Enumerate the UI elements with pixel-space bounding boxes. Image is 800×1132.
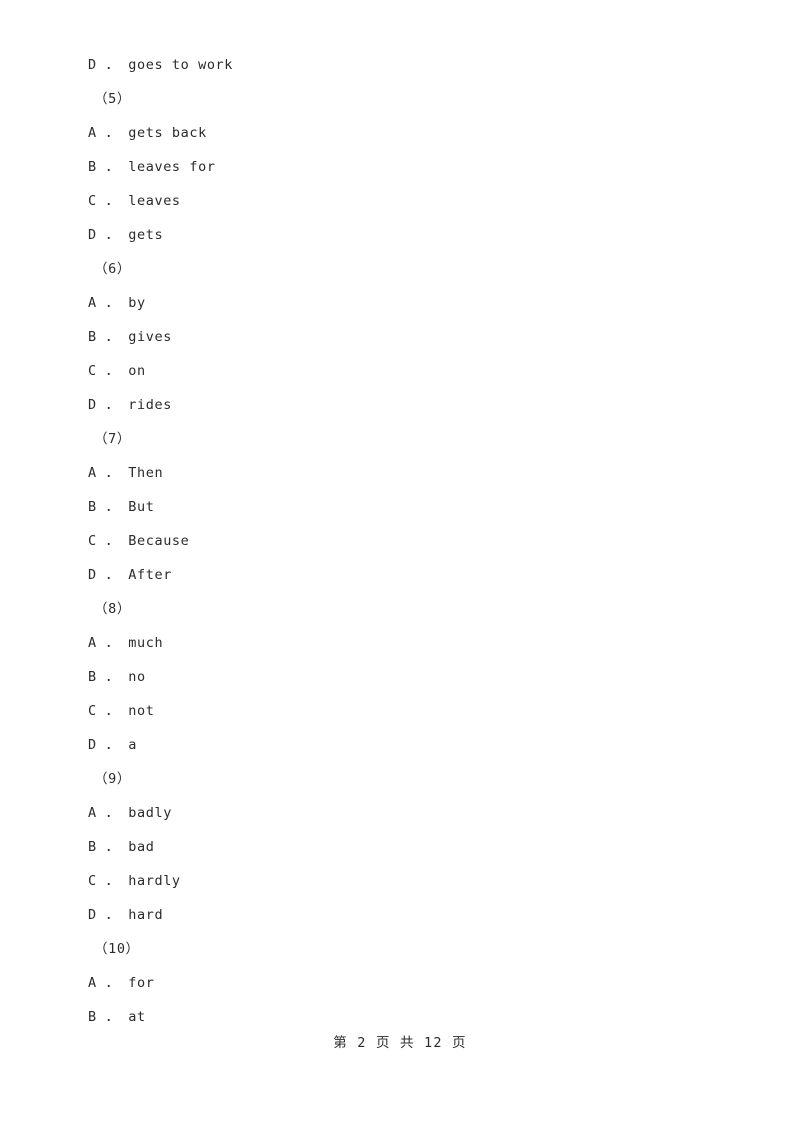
- answer-option: A ． Then: [88, 465, 164, 481]
- answer-option: B ． But: [88, 499, 155, 515]
- question-number: （7）: [94, 431, 131, 447]
- document-page: D ． goes to work （5） A ． gets back B ． leav…: [0, 0, 800, 1132]
- answer-option: D ． After: [88, 567, 172, 583]
- question-number: （6）: [94, 261, 131, 277]
- answer-option: B ． leaves for: [88, 159, 216, 175]
- answer-option: B ． no: [88, 669, 146, 685]
- answer-option: C ． on: [88, 363, 146, 379]
- answer-option: B ． bad: [88, 839, 155, 855]
- answer-option: C ． Because: [88, 533, 190, 549]
- answer-option: D ． goes to work: [88, 57, 234, 73]
- question-number: （10）: [94, 941, 140, 957]
- answer-option: C ． not: [88, 703, 155, 719]
- question-number: （9）: [94, 771, 131, 787]
- question-options-list: D ． goes to work （5） A ． gets back B ． leav…: [88, 48, 748, 1034]
- answer-option: D ． hard: [88, 907, 164, 923]
- answer-option: A ． badly: [88, 805, 172, 821]
- answer-option: B ． at: [88, 1009, 146, 1025]
- question-number: （8）: [94, 601, 131, 617]
- answer-option: A ． for: [88, 975, 155, 991]
- answer-option: C ． leaves: [88, 193, 181, 209]
- page-footer: 第 2 页 共 12 页: [333, 1035, 467, 1051]
- question-number: （5）: [94, 91, 131, 107]
- answer-option: B ． gives: [88, 329, 172, 345]
- answer-option: A ． much: [88, 635, 164, 651]
- answer-option: A ． gets back: [88, 125, 207, 141]
- answer-option: A ． by: [88, 295, 146, 311]
- answer-option: D ． a: [88, 737, 138, 753]
- answer-option: D ． rides: [88, 397, 172, 413]
- answer-option: D ． gets: [88, 227, 164, 243]
- answer-option: C ． hardly: [88, 873, 181, 889]
